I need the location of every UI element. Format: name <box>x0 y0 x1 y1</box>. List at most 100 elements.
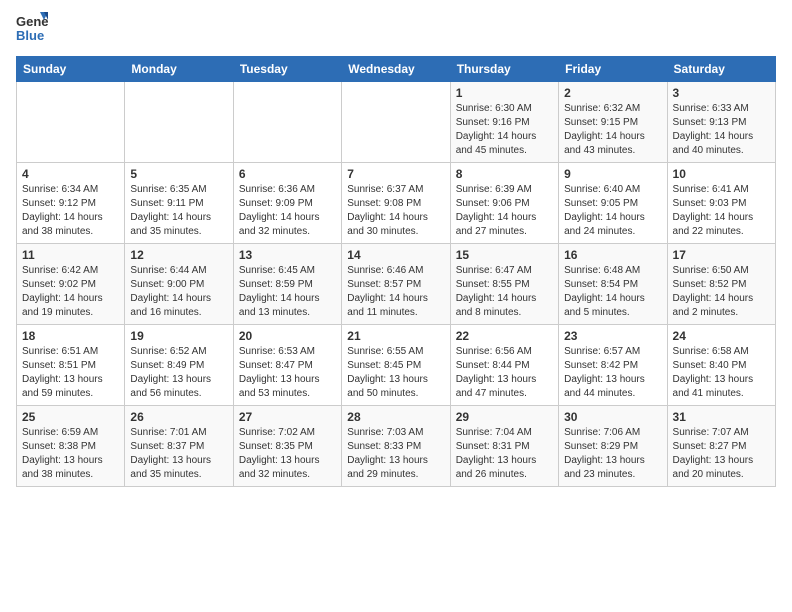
week-row-1: 1Sunrise: 6:30 AMSunset: 9:16 PMDaylight… <box>17 82 776 163</box>
day-info: Sunrise: 6:39 AMSunset: 9:06 PMDaylight:… <box>456 183 553 239</box>
day-number: 14 <box>347 248 444 262</box>
col-header-saturday: Saturday <box>667 57 775 82</box>
day-number: 23 <box>564 329 661 343</box>
day-info: Sunrise: 6:51 AMSunset: 8:51 PMDaylight:… <box>22 345 119 401</box>
calendar-cell: 7 Sunrise: 6:37 AMSunset: 9:08 PMDaylight… <box>342 163 450 244</box>
calendar-cell: 28 Sunrise: 7:03 AMSunset: 8:33 PMDayligh… <box>342 406 450 487</box>
day-info: Sunrise: 6:33 AMSunset: 9:13 PMDaylight:… <box>673 102 770 158</box>
day-info: Sunrise: 6:34 AMSunset: 9:12 PMDaylight:… <box>22 183 119 239</box>
logo: General Blue <box>16 12 48 48</box>
calendar-cell: 11Sunrise: 6:42 AMSunset: 9:02 PMDayligh… <box>17 244 125 325</box>
day-number: 13 <box>239 248 336 262</box>
col-header-thursday: Thursday <box>450 57 558 82</box>
day-info: Sunrise: 6:44 AMSunset: 9:00 PMDaylight:… <box>130 264 227 320</box>
day-info: Sunrise: 7:01 AMSunset: 8:37 PMDaylight:… <box>130 426 227 482</box>
day-info: Sunrise: 7:03 AMSunset: 8:33 PMDaylight:… <box>347 426 444 482</box>
svg-text:Blue: Blue <box>16 28 44 43</box>
week-row-5: 25 Sunrise: 6:59 AMSunset: 8:38 PMDayligh… <box>17 406 776 487</box>
header: General Blue <box>16 12 776 48</box>
calendar-cell: 8Sunrise: 6:39 AMSunset: 9:06 PMDaylight… <box>450 163 558 244</box>
day-number: 2 <box>564 86 661 100</box>
calendar-cell: 9 Sunrise: 6:40 AMSunset: 9:05 PMDaylight… <box>559 163 667 244</box>
day-info: Sunrise: 6:50 AMSunset: 8:52 PMDaylight:… <box>673 264 770 320</box>
calendar-cell <box>233 82 341 163</box>
day-number: 29 <box>456 410 553 424</box>
calendar-cell: 22 Sunrise: 6:56 AMSunset: 8:44 PMDayligh… <box>450 325 558 406</box>
day-info: Sunrise: 6:36 AMSunset: 9:09 PMDaylight:… <box>239 183 336 239</box>
day-info: Sunrise: 7:06 AMSunset: 8:29 PMDaylight:… <box>564 426 661 482</box>
calendar-cell: 26 Sunrise: 7:01 AMSunset: 8:37 PMDayligh… <box>125 406 233 487</box>
day-info: Sunrise: 6:42 AMSunset: 9:02 PMDaylight:… <box>22 264 119 320</box>
calendar-cell: 1Sunrise: 6:30 AMSunset: 9:16 PMDaylight… <box>450 82 558 163</box>
col-header-sunday: Sunday <box>17 57 125 82</box>
calendar-cell: 13 Sunrise: 6:45 AMSunset: 8:59 PMDayligh… <box>233 244 341 325</box>
day-info: Sunrise: 6:32 AMSunset: 9:15 PMDaylight:… <box>564 102 661 158</box>
day-number: 7 <box>347 167 444 181</box>
calendar-cell: 5Sunrise: 6:35 AMSunset: 9:11 PMDaylight… <box>125 163 233 244</box>
day-number: 9 <box>564 167 661 181</box>
day-info: Sunrise: 6:40 AMSunset: 9:05 PMDaylight:… <box>564 183 661 239</box>
calendar-cell: 14 Sunrise: 6:46 AMSunset: 8:57 PMDayligh… <box>342 244 450 325</box>
day-info: Sunrise: 6:41 AMSunset: 9:03 PMDaylight:… <box>673 183 770 239</box>
day-number: 3 <box>673 86 770 100</box>
day-number: 25 <box>22 410 119 424</box>
day-info: Sunrise: 6:58 AMSunset: 8:40 PMDaylight:… <box>673 345 770 401</box>
week-row-3: 11Sunrise: 6:42 AMSunset: 9:02 PMDayligh… <box>17 244 776 325</box>
calendar-cell: 6 Sunrise: 6:36 AMSunset: 9:09 PMDaylight… <box>233 163 341 244</box>
calendar-cell: 12Sunrise: 6:44 AMSunset: 9:00 PMDayligh… <box>125 244 233 325</box>
day-info: Sunrise: 6:45 AMSunset: 8:59 PMDaylight:… <box>239 264 336 320</box>
day-info: Sunrise: 6:59 AMSunset: 8:38 PMDaylight:… <box>22 426 119 482</box>
col-header-monday: Monday <box>125 57 233 82</box>
day-number: 26 <box>130 410 227 424</box>
calendar-cell: 4 Sunrise: 6:34 AMSunset: 9:12 PMDaylight… <box>17 163 125 244</box>
day-number: 30 <box>564 410 661 424</box>
day-info: Sunrise: 6:55 AMSunset: 8:45 PMDaylight:… <box>347 345 444 401</box>
calendar: SundayMondayTuesdayWednesdayThursdayFrid… <box>16 56 776 487</box>
calendar-cell <box>125 82 233 163</box>
calendar-cell: 15Sunrise: 6:47 AMSunset: 8:55 PMDayligh… <box>450 244 558 325</box>
day-info: Sunrise: 6:53 AMSunset: 8:47 PMDaylight:… <box>239 345 336 401</box>
day-number: 22 <box>456 329 553 343</box>
calendar-cell: 3 Sunrise: 6:33 AMSunset: 9:13 PMDaylight… <box>667 82 775 163</box>
calendar-cell: 2 Sunrise: 6:32 AMSunset: 9:15 PMDaylight… <box>559 82 667 163</box>
day-number: 28 <box>347 410 444 424</box>
col-header-friday: Friday <box>559 57 667 82</box>
day-number: 27 <box>239 410 336 424</box>
day-number: 31 <box>673 410 770 424</box>
day-number: 24 <box>673 329 770 343</box>
calendar-cell: 31Sunrise: 7:07 AMSunset: 8:27 PMDayligh… <box>667 406 775 487</box>
week-row-4: 18 Sunrise: 6:51 AMSunset: 8:51 PMDayligh… <box>17 325 776 406</box>
day-number: 5 <box>130 167 227 181</box>
day-info: Sunrise: 6:37 AMSunset: 9:08 PMDaylight:… <box>347 183 444 239</box>
day-number: 15 <box>456 248 553 262</box>
day-number: 21 <box>347 329 444 343</box>
day-info: Sunrise: 6:56 AMSunset: 8:44 PMDaylight:… <box>456 345 553 401</box>
calendar-cell: 29 Sunrise: 7:04 AMSunset: 8:31 PMDayligh… <box>450 406 558 487</box>
day-info: Sunrise: 6:46 AMSunset: 8:57 PMDaylight:… <box>347 264 444 320</box>
calendar-cell <box>342 82 450 163</box>
day-info: Sunrise: 6:52 AMSunset: 8:49 PMDaylight:… <box>130 345 227 401</box>
calendar-cell: 30 Sunrise: 7:06 AMSunset: 8:29 PMDayligh… <box>559 406 667 487</box>
calendar-cell: 24 Sunrise: 6:58 AMSunset: 8:40 PMDayligh… <box>667 325 775 406</box>
day-number: 4 <box>22 167 119 181</box>
logo-svg: General Blue <box>16 12 48 48</box>
col-header-wednesday: Wednesday <box>342 57 450 82</box>
calendar-cell: 21 Sunrise: 6:55 AMSunset: 8:45 PMDayligh… <box>342 325 450 406</box>
day-number: 19 <box>130 329 227 343</box>
day-info: Sunrise: 7:04 AMSunset: 8:31 PMDaylight:… <box>456 426 553 482</box>
day-info: Sunrise: 6:30 AMSunset: 9:16 PMDaylight:… <box>456 102 553 158</box>
day-number: 20 <box>239 329 336 343</box>
page: General Blue SundayMondayTuesdayWednesda… <box>0 0 792 612</box>
calendar-cell: 17 Sunrise: 6:50 AMSunset: 8:52 PMDayligh… <box>667 244 775 325</box>
day-number: 6 <box>239 167 336 181</box>
calendar-cell: 27 Sunrise: 7:02 AMSunset: 8:35 PMDayligh… <box>233 406 341 487</box>
day-info: Sunrise: 6:57 AMSunset: 8:42 PMDaylight:… <box>564 345 661 401</box>
day-info: Sunrise: 6:48 AMSunset: 8:54 PMDaylight:… <box>564 264 661 320</box>
day-number: 16 <box>564 248 661 262</box>
week-row-2: 4 Sunrise: 6:34 AMSunset: 9:12 PMDaylight… <box>17 163 776 244</box>
day-info: Sunrise: 7:02 AMSunset: 8:35 PMDaylight:… <box>239 426 336 482</box>
day-number: 17 <box>673 248 770 262</box>
day-number: 18 <box>22 329 119 343</box>
calendar-cell: 18 Sunrise: 6:51 AMSunset: 8:51 PMDayligh… <box>17 325 125 406</box>
calendar-header-row: SundayMondayTuesdayWednesdayThursdayFrid… <box>17 57 776 82</box>
